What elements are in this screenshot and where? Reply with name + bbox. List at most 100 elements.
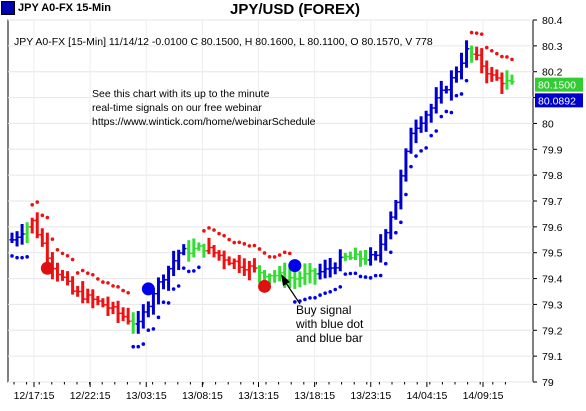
- chart-window: JPY A0-FX 15-Min JPY/USD (FOREX) 80.4 80.…: [0, 0, 586, 411]
- stop-dot: [101, 280, 105, 284]
- stop-dot: [510, 57, 514, 62]
- stop-dot: [35, 200, 40, 204]
- stop-dot: [55, 247, 60, 252]
- stop-dot: [136, 344, 141, 349]
- stop-dot: [303, 297, 307, 302]
- annotation-line-2: with blue dot: [295, 317, 364, 331]
- stop-dot: [495, 51, 499, 56]
- x-axis: 12/17:15 12/22:15 13/03:15 13/08:15 13/13:15…: [13, 382, 506, 402]
- stop-dot: [353, 271, 358, 276]
- stop-dot: [429, 133, 433, 138]
- stop-dot: [80, 268, 85, 273]
- stop-dot: [25, 255, 29, 259]
- stop-dot: [116, 285, 120, 289]
- price-tag-label: 80.0892: [538, 95, 576, 107]
- signal-dot: [258, 279, 272, 293]
- stop-dot: [500, 54, 504, 59]
- stop-dot: [181, 266, 186, 270]
- stop-dot: [91, 272, 95, 277]
- stop-dot: [242, 242, 247, 246]
- promo-line-3[interactable]: https://www.wintick.com/home/webinarSche…: [92, 116, 316, 128]
- y-tick-label: 79.6: [542, 222, 563, 234]
- stop-dot: [454, 93, 459, 98]
- stop-dot: [474, 31, 479, 35]
- x-tick-label: 13/08:15: [182, 390, 223, 402]
- x-tick-label: 13/23:15: [350, 390, 391, 402]
- promo-line-1: See this chart with its up to the minute: [92, 88, 270, 100]
- stop-dot: [85, 271, 90, 275]
- stop-dot: [434, 129, 439, 133]
- signal-dot: [288, 259, 302, 273]
- stop-dot: [409, 164, 413, 169]
- stop-dot: [186, 269, 191, 274]
- stop-dot: [469, 30, 474, 35]
- price-tag-label: 80.1500: [538, 80, 576, 92]
- stop-dot: [50, 237, 55, 241]
- y-tick-label: 79.1: [542, 351, 563, 363]
- stop-dot: [399, 220, 403, 225]
- x-tick-label: 13/13:15: [238, 390, 279, 402]
- stop-dot: [217, 231, 221, 236]
- y-tick-label: 79.3: [542, 299, 563, 311]
- info-line: JPY A0-FX [15-Min] 11/14/12 -0.0100 C 80…: [14, 36, 433, 48]
- stop-dot: [75, 271, 80, 275]
- stop-dot: [96, 277, 100, 281]
- x-tick-label: 14/04:15: [406, 390, 447, 402]
- stop-dot: [176, 284, 181, 288]
- y-axis: 80.480.380.280.18079.979.879.779.679.579…: [533, 15, 563, 389]
- promo-line-2: real-time signals on our free webinar: [92, 102, 262, 114]
- stop-dot: [121, 288, 125, 293]
- stop-dot: [10, 254, 14, 258]
- stop-dot: [161, 300, 166, 305]
- stop-dot: [232, 240, 237, 245]
- stop-dot: [404, 192, 408, 197]
- stop-dot: [131, 344, 136, 349]
- stop-dot: [373, 273, 378, 278]
- stop-dot: [45, 215, 50, 220]
- stop-dot: [237, 240, 242, 245]
- stop-dot: [257, 247, 262, 251]
- stop-dot: [313, 295, 317, 300]
- stop-dot: [15, 255, 19, 260]
- stop-dot: [343, 272, 348, 276]
- stop-dot: [378, 273, 383, 278]
- stop-dot: [388, 250, 393, 255]
- x-tick-label: 13/03:15: [126, 390, 167, 402]
- stop-dot: [308, 296, 312, 300]
- stop-dot: [126, 290, 130, 295]
- stop-dot: [282, 250, 287, 255]
- stop-dot: [414, 154, 418, 158]
- y-tick-label: 79.8: [542, 170, 563, 182]
- stop-dot: [459, 92, 464, 96]
- y-tick-label: 79: [542, 377, 554, 389]
- stop-dot: [262, 251, 267, 255]
- stop-dot: [227, 237, 231, 242]
- stop-dot: [424, 146, 428, 150]
- stop-dot: [479, 32, 484, 36]
- y-tick-label: 80: [542, 118, 554, 130]
- y-tick-label: 80.4: [542, 15, 563, 27]
- stop-dot: [166, 301, 171, 305]
- stop-dot: [202, 229, 206, 233]
- price-chart[interactable]: 80.480.380.280.18079.979.879.779.679.579…: [0, 0, 586, 411]
- stop-dot: [272, 255, 277, 259]
- stop-dot: [30, 202, 35, 207]
- stop-dot: [40, 213, 45, 218]
- y-tick-label: 80.3: [542, 41, 563, 53]
- y-tick-label: 79.4: [542, 274, 563, 286]
- x-tick-label: 12/17:15: [14, 390, 55, 402]
- stop-dot: [111, 284, 115, 288]
- y-tick-label: 79.7: [542, 196, 563, 208]
- stop-dot: [338, 285, 343, 289]
- stop-dot: [156, 315, 161, 320]
- stop-dot: [146, 328, 151, 333]
- stop-dot: [70, 257, 75, 262]
- stop-dot: [318, 293, 322, 297]
- stop-dot: [439, 114, 444, 119]
- x-tick-label: 12/22:15: [70, 390, 111, 402]
- stop-dot: [323, 291, 327, 295]
- stop-dot: [394, 230, 398, 235]
- y-tick-label: 79.5: [542, 248, 563, 260]
- stop-dot: [192, 269, 196, 273]
- stop-dot: [207, 226, 211, 230]
